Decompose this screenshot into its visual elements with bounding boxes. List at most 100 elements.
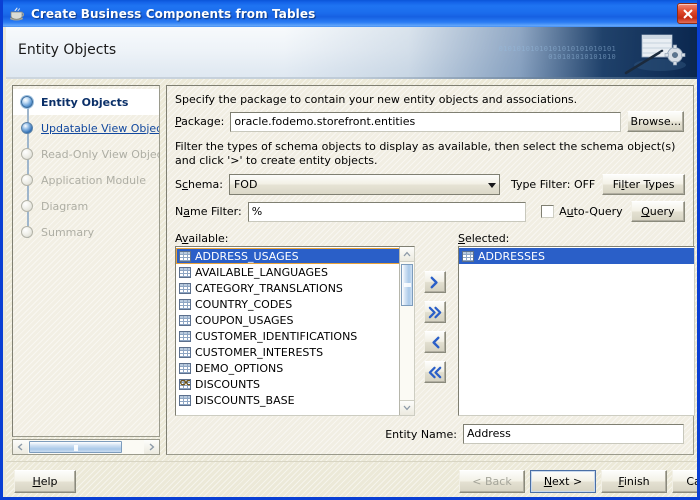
query-button[interactable]: Query xyxy=(630,201,685,222)
table-icon xyxy=(179,394,191,406)
package-input[interactable]: oracle.fodemo.storefront.entities xyxy=(230,111,622,132)
package-description: Specify the package to contain your new … xyxy=(175,93,578,106)
banner-binary-texture: 01010101010101010101010101 0101010101010… xyxy=(498,45,616,61)
page-banner: Entity Objects 0101010101010101010101010… xyxy=(6,27,697,79)
transfer-buttons-group xyxy=(424,271,446,383)
filter-description: Filter the types of schema objects to di… xyxy=(175,140,676,167)
auto-query-label: Auto-Query xyxy=(559,205,623,218)
sidebar-item-label: Entity Objects xyxy=(41,95,129,109)
chevron-up-icon[interactable] xyxy=(400,247,414,262)
sidebar-item-read-only-view-objects: Read-Only View Objects xyxy=(13,141,159,167)
list-item-label: CUSTOMER_IDENTIFICATIONS xyxy=(195,329,358,343)
dialog-footer: Help < Back Next > Finish Cancel xyxy=(6,461,697,497)
list-item[interactable]: DISCOUNTS xyxy=(176,376,401,392)
sidebar-item-label[interactable]: Updatable View Objects xyxy=(41,122,159,135)
chevron-right-icon[interactable] xyxy=(144,440,159,454)
move-left-button[interactable] xyxy=(424,331,446,353)
table-icon xyxy=(179,362,191,374)
page-title: Entity Objects xyxy=(18,42,117,58)
chevron-down-icon[interactable] xyxy=(400,400,414,415)
sidebar-item-label: Diagram xyxy=(41,199,89,213)
finish-button[interactable]: Finish xyxy=(601,470,667,493)
browse-button[interactable]: Browse... xyxy=(627,111,685,132)
table-icon xyxy=(179,266,191,278)
list-item[interactable]: COUNTRY_CODES xyxy=(176,296,401,312)
help-button[interactable]: Help xyxy=(14,470,76,493)
wizard-steps-panel: Entity Objects Updatable View Objects Re… xyxy=(12,85,160,437)
available-list-scrollbar[interactable] xyxy=(399,247,414,415)
move-all-left-button[interactable] xyxy=(424,361,446,383)
schema-label: Schema: xyxy=(175,178,223,191)
entity-name-input[interactable]: Address xyxy=(463,424,684,444)
table-icon xyxy=(179,330,191,342)
wizard-steps-list: Entity Objects Updatable View Objects Re… xyxy=(13,86,159,245)
main-content-panel: Specify the package to contain your new … xyxy=(166,85,695,455)
list-item-label: AVAILABLE_LANGUAGES xyxy=(195,265,328,279)
selected-label: Selected: xyxy=(458,232,510,245)
list-item[interactable]: AVAILABLE_LANGUAGES xyxy=(176,264,401,280)
package-label: Package: xyxy=(175,115,225,128)
chevron-left-icon[interactable] xyxy=(13,440,28,454)
table-pen-gear-graphic xyxy=(616,29,696,79)
close-icon[interactable] xyxy=(677,3,697,24)
list-item[interactable]: ADDRESSES xyxy=(459,248,694,264)
name-filter-label: Name Filter: xyxy=(175,205,242,218)
scrollbar-track[interactable] xyxy=(400,262,414,400)
list-item[interactable]: CUSTOMER_INTERESTS xyxy=(176,344,401,360)
chevron-right-icon xyxy=(430,276,438,288)
list-item-label: CUSTOMER_INTERESTS xyxy=(195,345,324,359)
list-item-label: ADDRESSES xyxy=(478,249,545,263)
table-icon xyxy=(179,346,191,358)
list-item-label: COUNTRY_CODES xyxy=(195,297,293,311)
move-all-right-button[interactable] xyxy=(424,301,446,323)
sidebar-horizontal-scrollbar[interactable] xyxy=(12,439,160,455)
available-label: Available: xyxy=(175,232,229,245)
list-item[interactable]: DISCOUNTS_BASE xyxy=(176,392,401,408)
step-dot-icon xyxy=(21,174,33,186)
scrollbar-track[interactable] xyxy=(28,440,144,454)
step-dot-icon xyxy=(21,148,33,160)
java-coffee-cup-icon xyxy=(8,5,26,23)
scrollbar-thumb[interactable] xyxy=(29,441,122,453)
sidebar-item-diagram: Diagram xyxy=(13,193,159,219)
sidebar-item-label: Application Module xyxy=(41,173,146,187)
cancel-button[interactable]: Cancel xyxy=(672,470,697,493)
list-item-label: DEMO_OPTIONS xyxy=(195,361,284,375)
chevron-double-right-icon xyxy=(428,306,441,318)
list-item[interactable]: COUPON_USAGES xyxy=(176,312,401,328)
sidebar-item-summary: Summary xyxy=(13,219,159,245)
available-listbox[interactable]: ADDRESS_USAGES AVAILABLE_LANGUAGES CATEGOR… xyxy=(175,246,415,416)
schema-selected-value: FOD xyxy=(233,178,258,191)
auto-query-checkbox[interactable] xyxy=(541,205,555,218)
table-icon xyxy=(462,250,474,262)
sidebar-item-entity-objects[interactable]: Entity Objects xyxy=(13,89,159,115)
table-icon xyxy=(179,282,191,294)
list-item[interactable]: CATEGORY_TRANSLATIONS xyxy=(176,280,401,296)
chevron-double-left-icon xyxy=(428,366,441,378)
list-item[interactable]: ADDRESS_USAGES xyxy=(176,248,401,264)
window-title: Create Business Components from Tables xyxy=(31,6,316,21)
list-item-label: DISCOUNTS xyxy=(195,377,261,391)
filter-types-button[interactable]: Filter Types xyxy=(602,174,685,195)
table-icon xyxy=(179,314,191,326)
available-items-container: ADDRESS_USAGES AVAILABLE_LANGUAGES CATEGOR… xyxy=(176,247,401,408)
list-item-label: DISCOUNTS_BASE xyxy=(195,393,295,407)
back-button[interactable]: < Back xyxy=(459,470,525,493)
title-bar[interactable]: Create Business Components from Tables xyxy=(3,0,697,27)
sidebar-item-application-module: Application Module xyxy=(13,167,159,193)
chevron-left-icon xyxy=(431,336,440,348)
list-item-label: CATEGORY_TRANSLATIONS xyxy=(195,281,343,295)
selected-listbox[interactable]: ADDRESSES xyxy=(458,246,695,416)
move-right-button[interactable] xyxy=(424,271,446,293)
scrollbar-thumb[interactable] xyxy=(401,264,413,306)
list-item[interactable]: CUSTOMER_IDENTIFICATIONS xyxy=(176,328,401,344)
list-item[interactable]: DEMO_OPTIONS xyxy=(176,360,401,376)
next-button[interactable]: Next > xyxy=(530,470,596,493)
schema-select[interactable]: FOD xyxy=(228,174,500,195)
table-icon xyxy=(179,298,191,310)
step-dot-active-icon xyxy=(21,96,33,108)
sidebar-item-updatable-view-objects[interactable]: Updatable View Objects xyxy=(13,115,159,141)
sidebar-item-label: Read-Only View Objects xyxy=(41,147,160,161)
name-filter-input[interactable]: % xyxy=(247,201,527,222)
chevron-down-icon xyxy=(487,182,496,188)
